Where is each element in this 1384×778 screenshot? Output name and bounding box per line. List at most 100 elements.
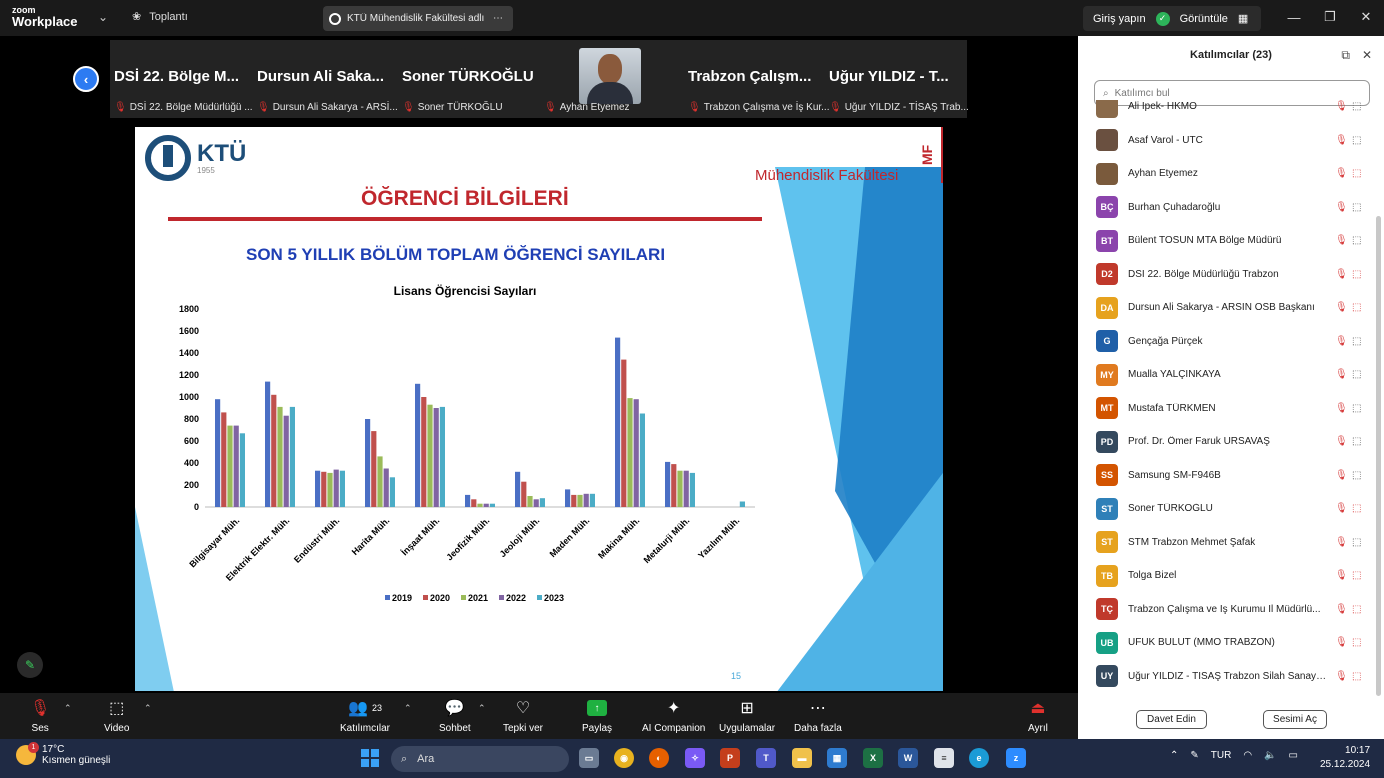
edge-icon[interactable]: e <box>969 748 989 768</box>
participant-row[interactable]: MY Mualla YALÇINKAYA 🎙 ⬚ <box>1078 358 1376 391</box>
x-tick-label: Endüstri Müh. <box>292 515 341 564</box>
participant-row[interactable]: Ali İpek- HKMO 🎙 ⬚ <box>1078 100 1376 123</box>
participant-row[interactable]: MT Mustafa TÜRKMEN 🎙 ⬚ <box>1078 392 1376 425</box>
apps-button[interactable]: ⊞ Uygulamalar <box>719 697 775 734</box>
word-icon[interactable]: W <box>898 748 918 768</box>
shield-icon[interactable]: ✓ <box>1155 11 1170 26</box>
share-button[interactable]: ↑ Paylaş <box>582 697 612 734</box>
meeting-tab[interactable]: KTÜ Mühendislik Fakültesi adlı kişi ⋯ <box>323 6 513 31</box>
participant-row[interactable]: TÇ Trabzon Çalışma ve İş Kurumu İl Müdürl… <box>1078 593 1376 626</box>
gallery-tile[interactable]: 🎙 Ayhan Etyemez <box>540 40 685 118</box>
annotate-pen-icon[interactable]: ✎ <box>17 652 43 678</box>
unmute-button[interactable]: Sesimi Aç <box>1263 710 1327 729</box>
participant-row[interactable]: TB Tolga Bizel 🎙 ⬚ <box>1078 559 1376 592</box>
participants-button[interactable]: 👥 23 Katılımcılar <box>340 697 390 734</box>
camera-icon: ⬚ <box>1352 335 1362 347</box>
participant-row[interactable]: D2 DSİ 22. Bölge Müdürlüğü Trabzon 🎙 ⬚ <box>1078 258 1376 291</box>
gallery-tile[interactable]: DSİ 22. Bölge M... 🎙 DSİ 22. Bölge Müdürl… <box>110 40 255 118</box>
maximize-icon[interactable]: ❐ <box>1312 0 1348 34</box>
clock[interactable]: 10:17 25.12.2024 <box>1320 744 1370 771</box>
language-indicator[interactable]: TUR <box>1211 750 1232 761</box>
more-button[interactable]: ⋯ Daha fazla <box>794 697 842 734</box>
gallery-tile[interactable]: Uğur YILDIZ - T... 🎙 Uğur YILDIZ - TİSAŞ … <box>825 40 969 118</box>
participant-row[interactable]: BÇ Burhan Çuhadaroğlu 🎙 ⬚ <box>1078 191 1376 224</box>
close-icon[interactable]: ✕ <box>1348 0 1384 34</box>
firefox-icon[interactable]: ◐ <box>649 748 669 768</box>
participant-name: Soner TÜRKOĞLU <box>1128 503 1213 514</box>
invite-button[interactable]: Davet Edin <box>1136 710 1207 729</box>
legend-swatch <box>461 595 466 600</box>
participant-row[interactable]: UB UFUK BULUT (MMO TRABZON) 🎙 ⬚ <box>1078 626 1376 659</box>
chat-button[interactable]: 💬 Sohbet <box>439 697 471 734</box>
participant-avatar: MY <box>1096 363 1118 386</box>
meeting-menu[interactable]: ❀ Toplantı <box>132 10 188 24</box>
battery-icon[interactable]: ▭ <box>1289 750 1298 761</box>
muted-mic-icon: 🎙 <box>1335 268 1348 280</box>
popout-icon[interactable]: ⧉ <box>1341 48 1350 63</box>
participant-name: Tolga Bizel <box>1128 570 1177 581</box>
weather-desc: Kısmen güneşli <box>42 755 111 766</box>
copilot-icon[interactable]: ✧ <box>685 748 705 768</box>
task-view-icon[interactable]: ▭ <box>579 748 599 768</box>
gallery-tile[interactable]: Trabzon Çalışm... 🎙 Trabzon Çalışma ve İş… <box>684 40 830 118</box>
participant-row[interactable]: BT Bülent TOSUN MTA Bölge Müdürü 🎙 ⬚ <box>1078 224 1376 257</box>
weather-badge: 1 <box>28 742 39 753</box>
chart-bar <box>565 489 571 507</box>
leave-button[interactable]: ⏏ Ayrıl <box>1028 697 1048 734</box>
signin-link[interactable]: Giriş yapın <box>1093 13 1146 25</box>
participant-row[interactable]: PD Prof. Dr. Ömer Faruk URSAVAŞ 🎙 ⬚ <box>1078 425 1376 458</box>
gallery-prev-button[interactable]: ‹ <box>73 66 99 92</box>
muted-mic-icon: 🎙 <box>1335 536 1348 548</box>
grid-view-icon[interactable]: ▦ <box>1238 12 1248 25</box>
chat-options-icon[interactable]: ⌃ <box>478 703 486 714</box>
teams-icon[interactable]: T <box>756 748 776 768</box>
minimize-icon[interactable]: — <box>1276 0 1312 34</box>
search-icon: ⌕ <box>401 752 408 765</box>
participant-row[interactable]: UY Uğur YILDIZ - TİSAŞ Trabzon Silah Sana… <box>1078 660 1376 691</box>
windows-start-icon[interactable] <box>361 749 379 767</box>
participant-row[interactable]: SS Samsung SM-F946B 🎙 ⬚ <box>1078 459 1376 492</box>
wifi-icon[interactable]: ◠ <box>1243 750 1252 761</box>
gallery-tile[interactable]: Soner TÜRKOĞLU 🎙 Soner TÜRKOĞLU <box>398 40 543 118</box>
camera-off-icon: ⬚ <box>1352 302 1362 313</box>
file-explorer-icon[interactable]: ▬ <box>792 748 812 768</box>
zoom-taskbar-icon[interactable]: z <box>1006 748 1026 768</box>
muted-mic-icon: 🎙 <box>1335 168 1348 179</box>
weather-widget[interactable]: 1 17°C Kısmen güneşli <box>16 742 111 766</box>
more-icon[interactable]: ⋯ <box>493 13 503 24</box>
react-button[interactable]: ♡ Tepki ver <box>503 697 543 734</box>
pen-tray-icon[interactable]: ✎ <box>1190 750 1198 761</box>
y-tick-label: 1000 <box>179 392 199 402</box>
video-options-icon[interactable]: ⌃ <box>144 703 152 714</box>
audio-options-icon[interactable]: ⌃ <box>64 703 72 714</box>
chart-bar <box>271 394 277 507</box>
x-tick-label: Metalurji Müh. <box>642 515 692 565</box>
participant-row[interactable]: G Gençağa Pürçek 🎙 ⬚ <box>1078 325 1376 358</box>
participant-name: Samsung SM-F946B <box>1128 469 1221 481</box>
notepad-icon[interactable]: ≡ <box>934 748 954 768</box>
participant-scrollbar[interactable] <box>1376 216 1381 696</box>
participant-row[interactable]: DA Dursun Ali Sakarya - ARSİN OSB Başkanı… <box>1078 291 1376 324</box>
participant-row[interactable]: ST Soner TÜRKOĞLU 🎙 ⬚ <box>1078 492 1376 525</box>
taskbar-search[interactable]: ⌕ Ara <box>391 746 569 772</box>
participant-row[interactable]: ST STM Trabzon Mehmet Şafak 🎙 ⬚ <box>1078 526 1376 559</box>
chrome-icon[interactable]: ◉ <box>614 748 634 768</box>
audio-button[interactable]: 🎙 Ses <box>30 697 50 734</box>
video-button[interactable]: ⬚ Video <box>104 697 129 734</box>
ai-companion-button[interactable]: ✦ AI Companion <box>642 697 705 734</box>
close-panel-icon[interactable]: ✕ <box>1362 48 1372 63</box>
participant-row[interactable]: Asaf Varol - UTC 🎙 ⬚ <box>1078 124 1376 157</box>
gallery-tile[interactable]: Dursun Ali Saka... 🎙 Dursun Ali Sakarya -… <box>253 40 398 118</box>
participant-row[interactable]: Ayhan Etyemez 🎙 ⬚ <box>1078 157 1376 190</box>
chevron-down-icon[interactable]: ⌄ <box>98 10 108 24</box>
store-icon[interactable]: ▦ <box>827 748 847 768</box>
volume-icon[interactable]: 🔈 <box>1264 750 1276 761</box>
participants-options-icon[interactable]: ⌃ <box>404 703 412 714</box>
chart-bar <box>265 381 271 507</box>
powerpoint-icon[interactable]: P <box>720 748 740 768</box>
tray-chevron-icon[interactable]: ⌃ <box>1170 750 1178 761</box>
panel-controls: ⧉ ✕ <box>1341 48 1372 63</box>
view-button[interactable]: Görüntüle <box>1180 13 1228 25</box>
share-icon-wrap: ↑ <box>587 697 607 719</box>
excel-icon[interactable]: X <box>863 748 883 768</box>
